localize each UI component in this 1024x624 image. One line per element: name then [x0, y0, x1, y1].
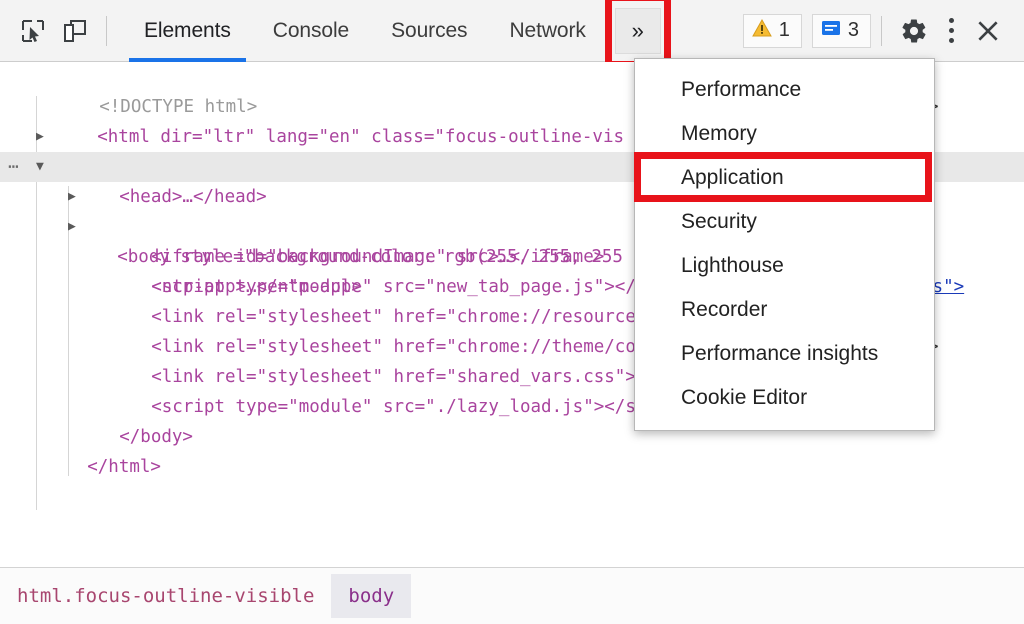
more-options-icon[interactable] — [936, 9, 966, 53]
tab-elements-label: Elements — [144, 18, 231, 42]
breadcrumb-item-html-label: html.focus-outline-visible — [17, 585, 315, 607]
toolbar-right-actions — [892, 9, 1010, 53]
warning-counter[interactable]: 1 — [742, 13, 802, 48]
menu-item-application[interactable]: Application — [635, 156, 934, 200]
warning-count-label: 1 — [778, 19, 790, 41]
more-tabs-button[interactable]: » — [614, 7, 661, 54]
menu-item-performance-insights-label: Performance insights — [681, 342, 879, 365]
expand-arrow-icon[interactable]: ▶ — [68, 212, 76, 242]
tab-console[interactable]: Console — [252, 0, 370, 62]
devtools-toolbar: Elements Console Sources Network » 1 3 — [0, 0, 1024, 68]
menu-item-recorder[interactable]: Recorder — [635, 288, 934, 332]
menu-item-lighthouse[interactable]: Lighthouse — [635, 244, 934, 288]
html-close-text: </html> — [87, 457, 161, 477]
breadcrumb-item-body-label: body — [348, 585, 395, 607]
tab-console-label: Console — [272, 18, 350, 42]
menu-item-memory-label: Memory — [681, 122, 757, 145]
chevron-double-right-icon: » — [631, 17, 644, 43]
warning-triangle-icon — [751, 18, 772, 44]
breadcrumb-item-body[interactable]: body — [331, 574, 412, 618]
menu-item-performance-insights[interactable]: Performance insights — [635, 332, 934, 376]
more-tabs-container: » — [604, 0, 671, 68]
menu-item-memory[interactable]: Memory — [635, 112, 934, 156]
menu-item-security-label: Security — [681, 210, 757, 233]
close-icon[interactable] — [966, 9, 1010, 53]
menu-item-cookie-editor-label: Cookie Editor — [681, 386, 808, 409]
expand-arrow-icon[interactable]: ▶ — [68, 182, 76, 212]
menu-item-application-label: Application — [681, 166, 784, 189]
menu-item-lighthouse-label: Lighthouse — [681, 254, 784, 277]
tab-sources-label: Sources — [391, 18, 468, 42]
toolbar-divider-right — [881, 15, 882, 46]
menu-item-performance[interactable]: Performance — [635, 68, 934, 112]
issue-counters: 1 3 — [742, 13, 871, 48]
tab-network-label: Network — [509, 18, 586, 42]
tab-sources[interactable]: Sources — [370, 0, 488, 62]
menu-item-security[interactable]: Security — [635, 200, 934, 244]
breadcrumb-item-html[interactable]: html.focus-outline-visible — [0, 574, 331, 618]
menu-item-performance-label: Performance — [681, 78, 802, 101]
device-toolbar-icon[interactable] — [54, 10, 96, 52]
message-count-label: 3 — [847, 19, 859, 41]
node-badge-dots[interactable]: ⋯ — [8, 152, 20, 182]
message-counter[interactable]: 3 — [811, 13, 871, 48]
more-tabs-dropdown-menu[interactable]: Performance Memory Application Security … — [634, 58, 935, 431]
menu-item-recorder-label: Recorder — [681, 298, 768, 321]
message-box-icon — [821, 18, 841, 44]
expand-arrow-icon[interactable]: ▶ — [36, 122, 44, 152]
tab-elements[interactable]: Elements — [123, 0, 252, 62]
inspect-element-icon[interactable] — [12, 10, 54, 52]
tab-network[interactable]: Network — [488, 0, 606, 62]
dom-breadcrumb-bar: html.focus-outline-visible body — [0, 567, 1024, 624]
panel-tabs: Elements Console Sources Network — [123, 0, 607, 62]
toolbar-divider — [106, 15, 107, 46]
devtools-window: Elements Console Sources Network » 1 3 <… — [0, 0, 1024, 624]
collapse-arrow-icon[interactable]: ▼ — [36, 152, 44, 182]
gear-icon[interactable] — [892, 9, 936, 53]
menu-item-cookie-editor[interactable]: Cookie Editor — [635, 376, 934, 420]
